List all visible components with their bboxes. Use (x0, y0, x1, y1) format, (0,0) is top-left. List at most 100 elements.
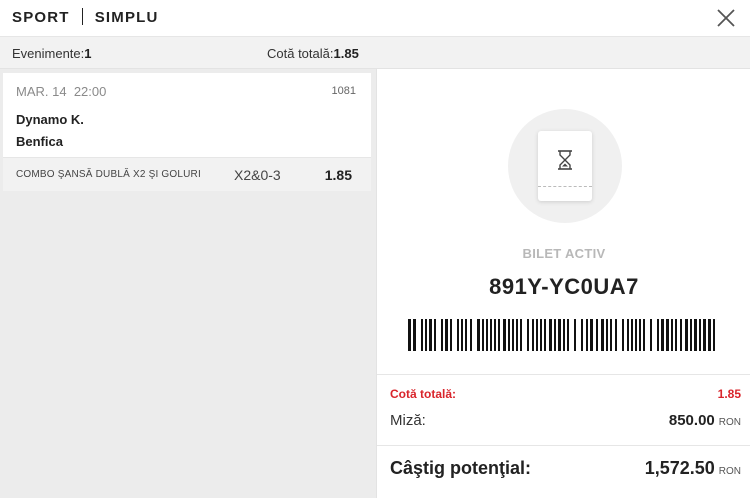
barcode-bar (661, 319, 664, 351)
potential-win-label: Câştig potenţial: (390, 458, 532, 478)
barcode-bar (622, 319, 624, 351)
barcode-bar (615, 319, 617, 351)
ticket-illustration (508, 109, 622, 223)
barcode-bar (465, 319, 467, 351)
potential-win-currency: RON (718, 466, 741, 477)
barcode-bar (508, 319, 510, 351)
barcode-bar (445, 319, 448, 351)
stake-currency: RON (718, 417, 741, 428)
barcode-bar (486, 319, 488, 351)
title-separator (81, 8, 83, 25)
barcode-bar (516, 319, 518, 351)
barcode-bar (494, 319, 496, 351)
barcode-bar (703, 319, 706, 351)
market-name: COMBO ŞANSĂ DUBLĂ X2 ŞI GOLURI (16, 169, 201, 180)
barcode-bar (627, 319, 629, 351)
barcode-bar (708, 319, 711, 351)
barcode-bar (470, 319, 472, 351)
barcode-bar (512, 319, 514, 351)
barcode-bar (482, 319, 484, 351)
barcode-bar (657, 319, 659, 351)
away-team: Benfica (16, 134, 63, 149)
barcode-bar (650, 319, 652, 351)
ticket-panel: BILET ACTIV 891Y-YC0UA7 Cotă totală: 1.8… (376, 69, 750, 498)
close-button[interactable] (714, 6, 738, 30)
barcode-bar (675, 319, 677, 351)
barcode-bar (490, 319, 492, 351)
events-count: Evenimente:1 (12, 46, 92, 61)
barcode-bar (596, 319, 598, 351)
barcode-bar (536, 319, 538, 351)
barcode-bar (558, 319, 561, 351)
barcode-bar (520, 319, 522, 351)
barcode-bar (574, 319, 576, 351)
selection-card[interactable]: MAR. 14 22:00 1081 Dynamo K. Benfica COM… (3, 73, 371, 191)
barcode-bar (671, 319, 673, 351)
barcode-bar (610, 319, 612, 351)
bet-summary-bar: Evenimente:1 Cotă totală:1.85 (0, 36, 750, 69)
summary-total-odds: Cotă totală:1.85 (267, 46, 359, 61)
selection-pick: X2&0-3 (234, 167, 281, 183)
close-icon (717, 9, 735, 27)
barcode-bar (590, 319, 593, 351)
stake-value: 850.00 (668, 412, 715, 429)
barcode-bar (685, 319, 688, 351)
barcode-bar (421, 319, 423, 351)
event-time: 22:00 (73, 84, 107, 99)
barcode-bar (601, 319, 604, 351)
barcode-bar (429, 319, 432, 351)
bet-type-title: SPORT SIMPLU (12, 8, 159, 26)
barcode-bar (425, 319, 427, 351)
barcode-bar (413, 319, 416, 351)
barcode-bar (457, 319, 459, 351)
barcode-bar (713, 319, 715, 351)
total-odds-value: 1.85 (717, 387, 741, 401)
barcode-bar (554, 319, 556, 351)
barcode-bar (498, 319, 500, 351)
barcode-bar (532, 319, 534, 351)
barcode-bar (666, 319, 669, 351)
barcode-bar (450, 319, 452, 351)
barcode-bar (631, 319, 633, 351)
ticket-tear-line (538, 186, 592, 187)
barcode-bar (690, 319, 692, 351)
selection-row: COMBO ŞANSĂ DUBLĂ X2 ŞI GOLURI X2&0-3 1.… (3, 157, 371, 191)
barcode-bar (503, 319, 506, 351)
barcode-bar (461, 319, 463, 351)
barcode-bar (639, 319, 641, 351)
barcode-bar (408, 319, 411, 351)
barcode-bar (699, 319, 701, 351)
event-code: 1081 (331, 85, 356, 97)
barcode-bar (563, 319, 565, 351)
ticket-status: BILET ACTIV (522, 246, 606, 261)
totals-section: Cotă totală: 1.85 Miză: 850.00 RON Câştig… (377, 374, 750, 498)
barcode-bar (441, 319, 443, 351)
stake-amount: 850.00 RON (669, 412, 741, 429)
header: SPORT SIMPLU (0, 0, 750, 36)
home-team: Dynamo K. (16, 112, 84, 127)
event-datetime: MAR. 14 22:00 (16, 84, 106, 99)
total-odds-label: Cotă totală: (390, 387, 456, 401)
barcode-bar (549, 319, 552, 351)
potential-win-value: 1,572.50 (644, 458, 715, 478)
stake-label: Miză: (390, 412, 426, 429)
event-date: MAR. 14 (16, 84, 67, 99)
ticket-barcode (408, 319, 715, 351)
barcode-bar (694, 319, 697, 351)
barcode-bar (581, 319, 583, 351)
barcode-bar (586, 319, 588, 351)
barcode-bar (567, 319, 569, 351)
bet-type-label: SIMPLU (94, 9, 159, 26)
hourglass-icon (558, 150, 572, 170)
ticket-code: 891Y-YC0UA7 (489, 274, 639, 299)
sport-label: SPORT (12, 9, 70, 26)
barcode-bar (635, 319, 637, 351)
barcode-bar (606, 319, 608, 351)
selections-panel: MAR. 14 22:00 1081 Dynamo K. Benfica COM… (0, 69, 376, 498)
barcode-bar (643, 319, 645, 351)
barcode-bar (540, 319, 542, 351)
barcode-bar (434, 319, 436, 351)
potential-win-section: Câştig potenţial: 1,572.50 RON (377, 445, 750, 498)
barcode-bar (544, 319, 546, 351)
selection-odds: 1.85 (324, 167, 352, 183)
